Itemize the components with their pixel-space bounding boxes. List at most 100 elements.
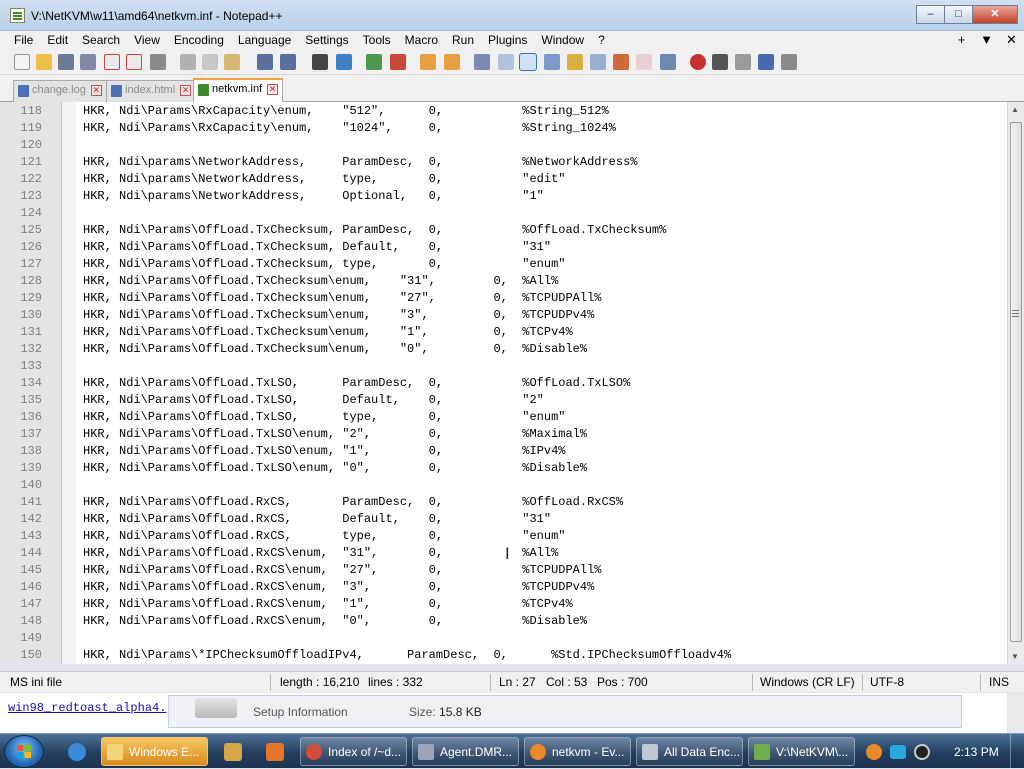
tab-change-log[interactable]: change.log ✕ bbox=[13, 80, 107, 102]
code-text[interactable]: HKR, Ndi\Params\OffLoad.TxLSO\enum, "1",… bbox=[83, 443, 565, 460]
media-player-icon[interactable] bbox=[224, 743, 242, 761]
code-line[interactable]: 123 HKR, Ndi\params\NetworkAddress, Optio… bbox=[0, 188, 1000, 205]
status-encoding[interactable]: UTF-8 bbox=[870, 675, 904, 689]
code-line[interactable]: 121 HKR, Ndi\params\NetworkAddress, Param… bbox=[0, 154, 1000, 171]
code-line[interactable]: 122 HKR, Ndi\params\NetworkAddress, type,… bbox=[0, 171, 1000, 188]
taskbar-button-windows-explorer[interactable]: Windows E... bbox=[101, 737, 208, 766]
menu-tools[interactable]: Tools bbox=[356, 33, 398, 47]
monitoring-icon[interactable] bbox=[636, 54, 652, 70]
code-text[interactable]: HKR, Ndi\Params\OffLoad.RxCS\enum, "3", … bbox=[83, 579, 594, 596]
code-text[interactable]: HKR, Ndi\Params\OffLoad.TxChecksum\enum,… bbox=[83, 290, 601, 307]
code-text[interactable]: HKR, Ndi\Params\OffLoad.TxChecksum\enum,… bbox=[83, 273, 558, 290]
menu-run[interactable]: Run bbox=[445, 33, 481, 47]
print-icon[interactable] bbox=[150, 54, 166, 70]
indent-guide-icon[interactable] bbox=[519, 53, 537, 71]
close-all-icon[interactable] bbox=[126, 54, 142, 70]
menu-view[interactable]: View bbox=[127, 33, 167, 47]
code-text[interactable]: HKR, Ndi\Params\RxCapacity\enum, "1024",… bbox=[83, 120, 616, 137]
code-text[interactable]: HKR, Ndi\Params\OffLoad.TxChecksum\enum,… bbox=[83, 307, 594, 324]
menu-file[interactable]: File bbox=[0, 33, 40, 47]
save-macro-icon[interactable] bbox=[781, 54, 797, 70]
code-line[interactable]: 134 HKR, Ndi\Params\OffLoad.TxLSO, ParamD… bbox=[0, 375, 1000, 392]
menu-language[interactable]: Language bbox=[231, 33, 298, 47]
code-line[interactable]: 136 HKR, Ndi\Params\OffLoad.TxLSO, type, … bbox=[0, 409, 1000, 426]
internet-explorer-icon[interactable] bbox=[68, 743, 86, 761]
code-text[interactable]: HKR, Ndi\Params\OffLoad.TxLSO, Default, … bbox=[83, 392, 544, 409]
code-line[interactable]: 139 HKR, Ndi\Params\OffLoad.TxLSO\enum, "… bbox=[0, 460, 1000, 477]
menu-settings[interactable]: Settings bbox=[298, 33, 355, 47]
start-button[interactable] bbox=[4, 735, 44, 768]
taskbar-button-agent-dmr[interactable]: Agent.DMR... bbox=[412, 737, 519, 766]
close-tab-icon[interactable]: ✕ bbox=[90, 85, 102, 96]
code-line[interactable]: 118 HKR, Ndi\Params\RxCapacity\enum, "512… bbox=[0, 103, 1000, 120]
editor-area[interactable]: 118 HKR, Ndi\Params\RxCapacity\enum, "512… bbox=[0, 102, 1024, 664]
code-text[interactable]: HKR, Ndi\Params\OffLoad.RxCS\enum, "0", … bbox=[83, 613, 587, 630]
vertical-scrollbar[interactable]: ▲ ▼ bbox=[1007, 102, 1024, 664]
taskbar-button-all-data-encoding[interactable]: All Data Enc... bbox=[636, 737, 743, 766]
user-defined-language-icon[interactable] bbox=[544, 54, 560, 70]
menu-macro[interactable]: Macro bbox=[398, 33, 445, 47]
maximize-button[interactable]: □ bbox=[944, 5, 972, 24]
open-file-icon[interactable] bbox=[36, 54, 52, 70]
zoom-out-icon[interactable] bbox=[390, 54, 406, 70]
pinned-app-icon[interactable] bbox=[266, 743, 284, 761]
menu-plugins[interactable]: Plugins bbox=[481, 33, 534, 47]
tab-list-dropdown-icon[interactable]: ▼ bbox=[974, 31, 999, 49]
scrollbar-thumb[interactable] bbox=[1010, 122, 1022, 642]
code-line[interactable]: 143 HKR, Ndi\Params\OffLoad.RxCS, type, 0… bbox=[0, 528, 1000, 545]
code-line[interactable]: 142 HKR, Ndi\Params\OffLoad.RxCS, Default… bbox=[0, 511, 1000, 528]
code-line[interactable]: 119 HKR, Ndi\Params\RxCapacity\enum, "102… bbox=[0, 120, 1000, 137]
close-button[interactable]: ✕ bbox=[972, 5, 1018, 24]
code-text[interactable]: HKR, Ndi\Params\OffLoad.RxCS, ParamDesc,… bbox=[83, 494, 623, 511]
status-eol-format[interactable]: Windows (CR LF) bbox=[760, 675, 855, 689]
code-line[interactable]: 141 HKR, Ndi\Params\OffLoad.RxCS, ParamDe… bbox=[0, 494, 1000, 511]
menu-encoding[interactable]: Encoding bbox=[167, 33, 231, 47]
replace-icon[interactable] bbox=[336, 54, 352, 70]
code-text[interactable]: HKR, Ndi\params\NetworkAddress, Optional… bbox=[83, 188, 544, 205]
scroll-down-arrow-icon[interactable]: ▼ bbox=[1011, 652, 1019, 661]
code-line[interactable]: 137 HKR, Ndi\Params\OffLoad.TxLSO\enum, "… bbox=[0, 426, 1000, 443]
tab-netkvm-inf[interactable]: netkvm.inf ✕ bbox=[193, 78, 284, 102]
code-text[interactable]: HKR, Ndi\params\NetworkAddress, ParamDes… bbox=[83, 154, 638, 171]
play-macro-icon[interactable] bbox=[735, 54, 751, 70]
minimize-button[interactable]: – bbox=[916, 5, 944, 24]
function-list-icon[interactable] bbox=[590, 54, 606, 70]
code-line[interactable]: 125 HKR, Ndi\Params\OffLoad.TxChecksum, P… bbox=[0, 222, 1000, 239]
document-map-icon[interactable] bbox=[567, 54, 583, 70]
code-line[interactable]: 120 bbox=[0, 137, 1000, 154]
cut-icon[interactable] bbox=[180, 54, 196, 70]
taskbar-button-notepadpp[interactable]: V:\NetKVM\... bbox=[748, 737, 855, 766]
code-line[interactable]: 145 HKR, Ndi\Params\OffLoad.RxCS\enum, "2… bbox=[0, 562, 1000, 579]
code-line[interactable]: 135 HKR, Ndi\Params\OffLoad.TxLSO, Defaul… bbox=[0, 392, 1000, 409]
background-file-link[interactable]: win98_redtoast_alpha4. bbox=[8, 701, 166, 715]
save-all-icon[interactable] bbox=[80, 54, 96, 70]
code-line[interactable]: 130 HKR, Ndi\Params\OffLoad.TxChecksum\en… bbox=[0, 307, 1000, 324]
paste-icon[interactable] bbox=[224, 54, 240, 70]
new-tab-plus-icon[interactable]: + bbox=[949, 31, 974, 49]
record-macro-icon[interactable] bbox=[690, 54, 706, 70]
code-line[interactable]: 127 HKR, Ndi\Params\OffLoad.TxChecksum, t… bbox=[0, 256, 1000, 273]
system-clock[interactable]: 2:13 PM bbox=[954, 745, 999, 759]
save-icon[interactable] bbox=[58, 54, 74, 70]
code-text[interactable]: HKR, Ndi\Params\OffLoad.TxChecksum, Para… bbox=[83, 222, 666, 239]
code-text[interactable]: HKR, Ndi\Params\OffLoad.RxCS\enum, "31",… bbox=[83, 545, 558, 562]
status-insert-mode[interactable]: INS bbox=[989, 675, 1009, 689]
code-text[interactable]: HKR, Ndi\Params\OffLoad.TxChecksum\enum,… bbox=[83, 324, 573, 341]
redo-icon[interactable] bbox=[280, 54, 296, 70]
code-text[interactable]: HKR, Ndi\Params\OffLoad.RxCS\enum, "27",… bbox=[83, 562, 601, 579]
code-line[interactable]: 124 bbox=[0, 205, 1000, 222]
code-line[interactable]: 126 HKR, Ndi\Params\OffLoad.TxChecksum, D… bbox=[0, 239, 1000, 256]
code-text[interactable]: HKR, Ndi\Params\OffLoad.RxCS\enum, "1", … bbox=[83, 596, 573, 613]
code-line[interactable]: 149 bbox=[0, 630, 1000, 647]
code-text[interactable]: HKR, Ndi\Params\*IPChecksumOffloadIPv4, … bbox=[83, 647, 731, 664]
code-line[interactable]: 128 HKR, Ndi\Params\OffLoad.TxChecksum\en… bbox=[0, 273, 1000, 290]
new-file-icon[interactable] bbox=[14, 54, 30, 70]
code-text[interactable]: HKR, Ndi\Params\OffLoad.TxLSO, ParamDesc… bbox=[83, 375, 630, 392]
menu-help[interactable]: ? bbox=[591, 33, 612, 47]
code-line[interactable]: 132 HKR, Ndi\Params\OffLoad.TxChecksum\en… bbox=[0, 341, 1000, 358]
show-all-characters-icon[interactable] bbox=[498, 54, 514, 70]
everything-search-icon[interactable] bbox=[866, 744, 882, 760]
menu-window[interactable]: Window bbox=[534, 33, 591, 47]
code-text[interactable]: HKR, Ndi\Params\OffLoad.TxLSO\enum, "2",… bbox=[83, 426, 587, 443]
code-line[interactable]: 133 bbox=[0, 358, 1000, 375]
